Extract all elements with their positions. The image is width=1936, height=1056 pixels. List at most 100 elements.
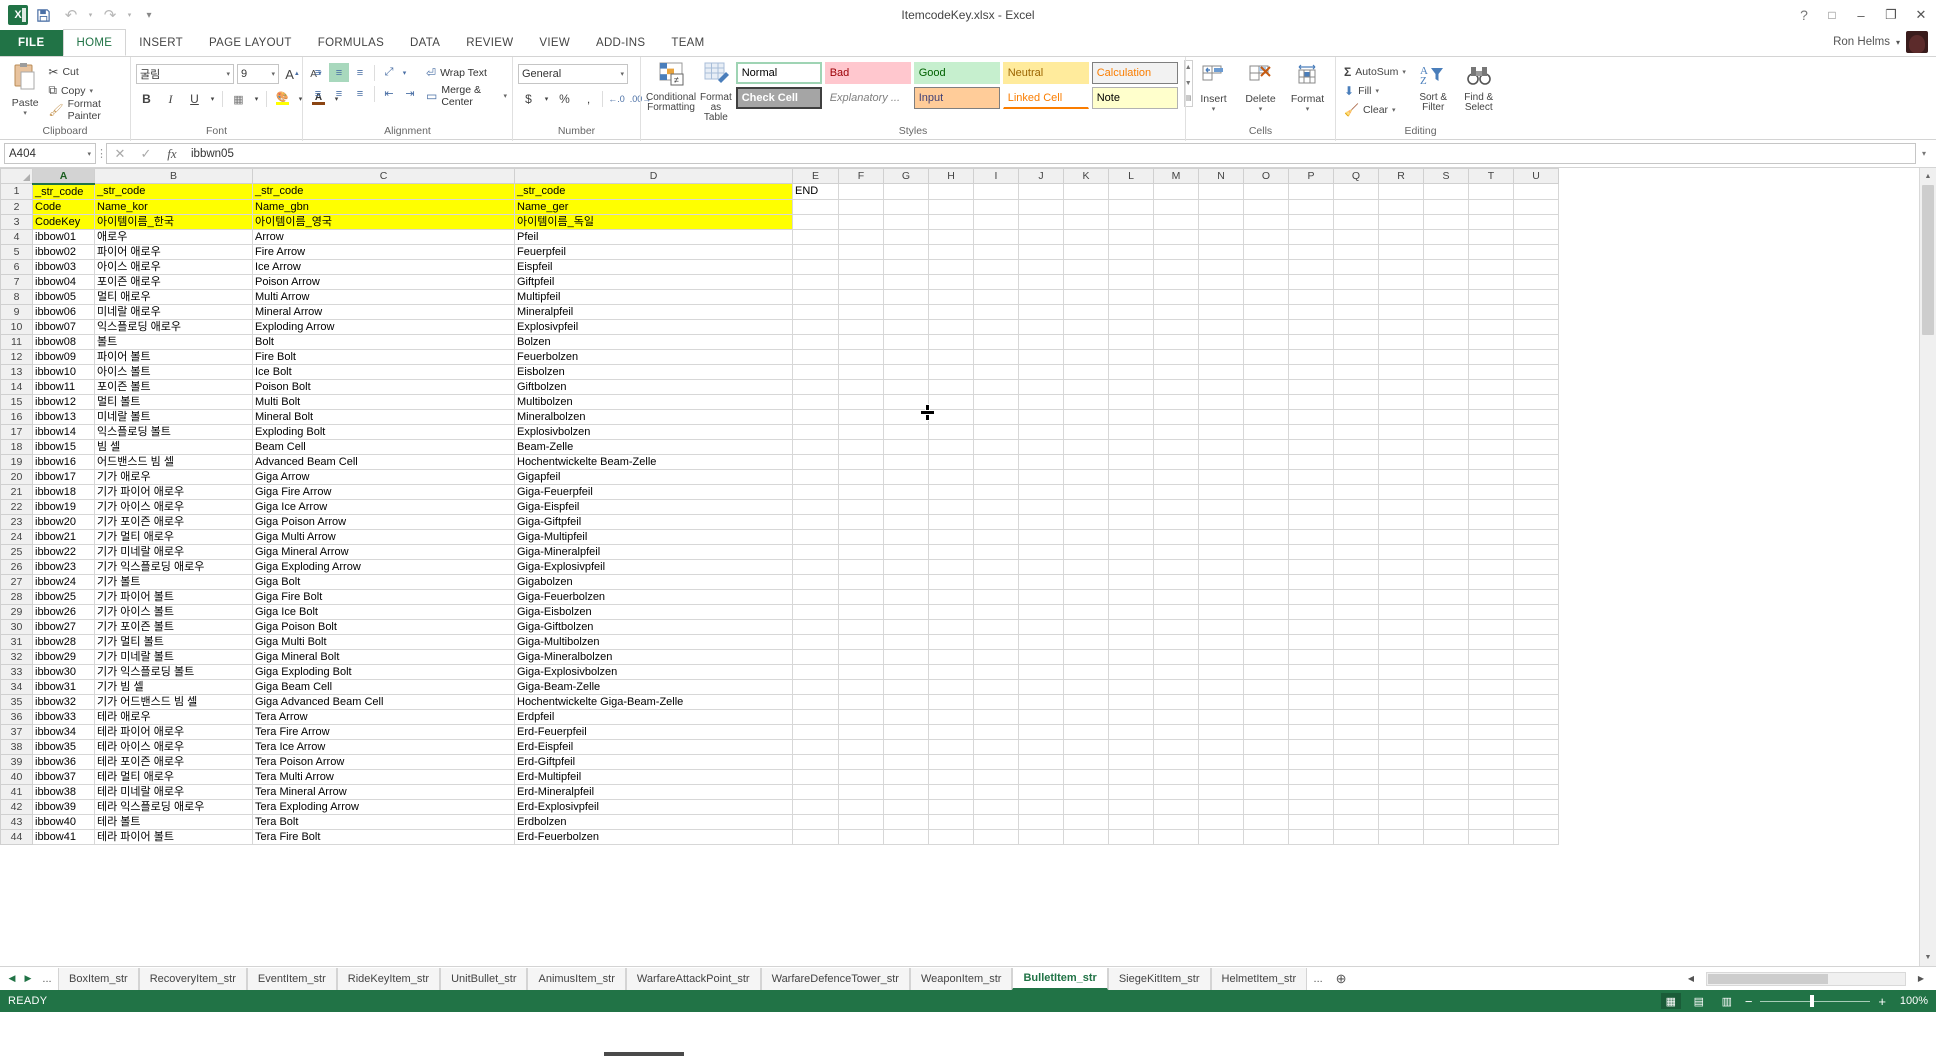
- cell-K19[interactable]: [1063, 454, 1109, 470]
- cell-C21[interactable]: Giga Fire Arrow: [252, 484, 515, 500]
- cell-B44[interactable]: 테라 파이어 볼트: [94, 829, 253, 845]
- cell-T3[interactable]: [1468, 214, 1514, 230]
- cell-I18[interactable]: [973, 439, 1019, 455]
- row-header-14[interactable]: 14: [0, 378, 33, 395]
- cell-U43[interactable]: [1513, 814, 1559, 830]
- cell-T23[interactable]: [1468, 514, 1514, 530]
- cell-I3[interactable]: [973, 214, 1019, 230]
- cell-C42[interactable]: Tera Exploding Arrow: [252, 799, 515, 815]
- row-header-1[interactable]: 1: [0, 183, 33, 200]
- format-dropdown-icon[interactable]: ▾: [1306, 105, 1310, 113]
- sheet-tab-unitbullet-str[interactable]: UnitBullet_str: [440, 967, 528, 990]
- cell-Q12[interactable]: [1333, 349, 1379, 365]
- cell-I16[interactable]: [973, 409, 1019, 425]
- cell-D19[interactable]: Hochentwickelte Beam-Zelle: [514, 454, 793, 470]
- cell-H17[interactable]: [928, 424, 974, 440]
- cell-T6[interactable]: [1468, 259, 1514, 275]
- cell-E4[interactable]: [792, 229, 839, 245]
- cell-T29[interactable]: [1468, 604, 1514, 620]
- table-row[interactable]: 32 ibbow29 기가 미네랄 볼트 Giga Mineral Bolt Giga-…: [0, 648, 1559, 665]
- cell-F22[interactable]: [838, 499, 884, 515]
- zoom-out-button[interactable]: −: [1745, 995, 1753, 1008]
- cell-B8[interactable]: 멀티 애로우: [94, 289, 253, 305]
- cell-P24[interactable]: [1288, 529, 1334, 545]
- cell-L27[interactable]: [1108, 574, 1154, 590]
- cell-B23[interactable]: 기가 포이즌 애로우: [94, 514, 253, 530]
- cell-I12[interactable]: [973, 349, 1019, 365]
- cell-S18[interactable]: [1423, 439, 1469, 455]
- cell-M1[interactable]: [1153, 183, 1199, 200]
- cell-N34[interactable]: [1198, 679, 1244, 695]
- sheet-tab-warfaredefencetower-str[interactable]: WarfareDefenceTower_str: [760, 967, 910, 990]
- cell-Q11[interactable]: [1333, 334, 1379, 350]
- table-row[interactable]: 28 ibbow25 기가 파이어 볼트 Giga Fire Bolt Giga-Feu…: [0, 588, 1559, 605]
- cell-R4[interactable]: [1378, 229, 1424, 245]
- cell-C37[interactable]: Tera Fire Arrow: [252, 724, 515, 740]
- cell-I35[interactable]: [973, 694, 1019, 710]
- cell-U23[interactable]: [1513, 514, 1559, 530]
- cell-N2[interactable]: [1198, 199, 1244, 215]
- cell-B42[interactable]: 테라 익스플로딩 애로우: [94, 799, 253, 815]
- column-header-r[interactable]: R: [1378, 168, 1424, 184]
- spreadsheet-grid[interactable]: ABCDEFGHIJKLMNOPQRSTU 1 _str_code _str_cod…: [0, 168, 1936, 966]
- cell-J25[interactable]: [1018, 544, 1064, 560]
- cell-Q24[interactable]: [1333, 529, 1379, 545]
- cell-Q8[interactable]: [1333, 289, 1379, 305]
- cell-O17[interactable]: [1243, 424, 1289, 440]
- row-header-28[interactable]: 28: [0, 588, 33, 605]
- cell-Q5[interactable]: [1333, 244, 1379, 260]
- expand-formula-bar-icon[interactable]: ▾: [1916, 143, 1932, 164]
- cell-P4[interactable]: [1288, 229, 1334, 245]
- cell-L25[interactable]: [1108, 544, 1154, 560]
- cell-O33[interactable]: [1243, 664, 1289, 680]
- wrap-text-button[interactable]: ⏎ Wrap Text: [426, 63, 507, 83]
- cell-A13[interactable]: ibbow10: [32, 364, 95, 380]
- cell-O7[interactable]: [1243, 274, 1289, 290]
- cell-C16[interactable]: Mineral Bolt: [252, 409, 515, 425]
- cell-H38[interactable]: [928, 739, 974, 755]
- cell-N6[interactable]: [1198, 259, 1244, 275]
- cell-P30[interactable]: [1288, 619, 1334, 635]
- orientation-icon[interactable]: ⤢: [379, 63, 399, 82]
- cell-N8[interactable]: [1198, 289, 1244, 305]
- cell-J28[interactable]: [1018, 589, 1064, 605]
- cell-C22[interactable]: Giga Ice Arrow: [252, 499, 515, 515]
- cell-I19[interactable]: [973, 454, 1019, 470]
- cell-I36[interactable]: [973, 709, 1019, 725]
- align-center-button[interactable]: ≡: [329, 84, 349, 103]
- table-row[interactable]: 7 ibbow04 포이즌 애로우 Poison Arrow Giftpfeil: [0, 273, 1559, 290]
- cell-H20[interactable]: [928, 469, 974, 485]
- cell-D28[interactable]: Giga-Feuerbolzen: [514, 589, 793, 605]
- cell-S9[interactable]: [1423, 304, 1469, 320]
- cell-E44[interactable]: [792, 829, 839, 845]
- row-header-10[interactable]: 10: [0, 318, 33, 335]
- table-row[interactable]: 38 ibbow35 테라 아이스 애로우 Tera Ice Arrow Erd-Eis…: [0, 738, 1559, 755]
- grow-font-icon[interactable]: A ▲: [282, 64, 303, 85]
- cell-S5[interactable]: [1423, 244, 1469, 260]
- cell-S15[interactable]: [1423, 394, 1469, 410]
- cell-Q25[interactable]: [1333, 544, 1379, 560]
- cell-T5[interactable]: [1468, 244, 1514, 260]
- cell-D22[interactable]: Giga-Eispfeil: [514, 499, 793, 515]
- cell-H11[interactable]: [928, 334, 974, 350]
- bold-button[interactable]: B: [136, 89, 157, 110]
- cell-S30[interactable]: [1423, 619, 1469, 635]
- cell-N31[interactable]: [1198, 634, 1244, 650]
- cell-G38[interactable]: [883, 739, 929, 755]
- cell-E14[interactable]: [792, 379, 839, 395]
- cell-U42[interactable]: [1513, 799, 1559, 815]
- cell-A9[interactable]: ibbow06: [32, 304, 95, 320]
- cell-N21[interactable]: [1198, 484, 1244, 500]
- tab-formulas[interactable]: FORMULAS: [305, 30, 397, 56]
- cell-N41[interactable]: [1198, 784, 1244, 800]
- row-header-37[interactable]: 37: [0, 723, 33, 740]
- cell-R15[interactable]: [1378, 394, 1424, 410]
- cell-R29[interactable]: [1378, 604, 1424, 620]
- table-row[interactable]: 43 ibbow40 테라 볼트 Tera Bolt Erdbolzen: [0, 813, 1559, 830]
- cell-G21[interactable]: [883, 484, 929, 500]
- cell-P42[interactable]: [1288, 799, 1334, 815]
- cell-M41[interactable]: [1153, 784, 1199, 800]
- cell-D27[interactable]: Gigabolzen: [514, 574, 793, 590]
- cell-L13[interactable]: [1108, 364, 1154, 380]
- cell-H42[interactable]: [928, 799, 974, 815]
